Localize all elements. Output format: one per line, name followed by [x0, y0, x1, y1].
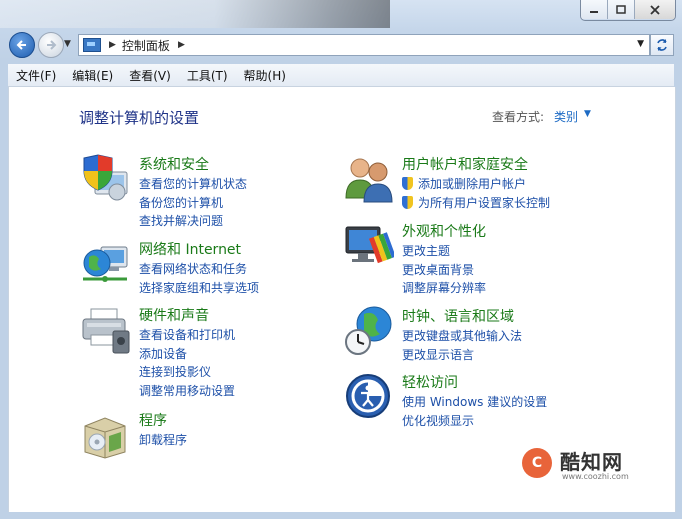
watermark-logo-icon: C — [522, 448, 552, 478]
link-optimize-video-display[interactable]: 优化视频显示 — [402, 412, 547, 431]
back-button[interactable] — [9, 32, 35, 58]
clock-globe-icon — [345, 306, 392, 355]
link-find-fix-problems[interactable]: 查找并解决问题 — [139, 212, 247, 231]
link-connect-projector[interactable]: 连接到投影仪 — [139, 363, 235, 382]
category-title[interactable]: 轻松访问 — [402, 372, 458, 392]
close-icon — [650, 4, 660, 15]
menu-edit[interactable]: 编辑(E) — [64, 67, 121, 84]
watermark-url: www.coozhi.com — [562, 472, 629, 481]
link-change-display-language[interactable]: 更改显示语言 — [402, 346, 522, 365]
watermark: C 酷知网 www.coozhi.com — [518, 440, 658, 488]
link-view-network-status[interactable]: 查看网络状态和任务 — [139, 260, 259, 279]
recent-pages-dropdown[interactable]: ▼ — [64, 39, 71, 49]
chevron-right-icon[interactable]: ▶ — [109, 40, 116, 50]
refresh-button[interactable] — [650, 34, 674, 56]
chevron-right-icon[interactable]: ▶ — [178, 40, 185, 50]
minimize-button[interactable] — [581, 0, 607, 19]
link-homegroup-sharing[interactable]: 选择家庭组和共享选项 — [139, 279, 259, 298]
category-title[interactable]: 系统和安全 — [139, 154, 209, 174]
display-palette-icon — [345, 226, 394, 264]
category-title[interactable]: 时钟、语言和区域 — [402, 306, 514, 326]
link-change-input-method[interactable]: 更改键盘或其他输入法 — [402, 327, 522, 346]
globe-network-icon — [83, 246, 128, 282]
link-add-remove-users[interactable]: 添加或删除用户帐户 — [402, 175, 550, 194]
link-mobility-settings[interactable]: 调整常用移动设置 — [139, 382, 235, 401]
page-title: 调整计算机的设置 — [79, 109, 200, 127]
ease-of-access-icon — [346, 374, 390, 418]
link-view-computer-status[interactable]: 查看您的计算机状态 — [139, 175, 247, 194]
link-backup-computer[interactable]: 备份您的计算机 — [139, 194, 247, 213]
watermark-brand: 酷知网 — [560, 450, 623, 474]
maximize-icon — [616, 5, 626, 14]
menu-bar: 文件(F) 编辑(E) 查看(V) 工具(T) 帮助(H) — [8, 64, 674, 87]
menu-tools[interactable]: 工具(T) — [179, 67, 236, 84]
minimize-icon — [590, 10, 598, 13]
navigation-row: ▼ ▶ 控制面板 ▶ ▼ — [0, 28, 682, 62]
users-icon — [345, 158, 393, 203]
category-title[interactable]: 程序 — [139, 410, 167, 430]
link-change-background[interactable]: 更改桌面背景 — [402, 261, 486, 280]
printer-icon — [82, 308, 130, 354]
uac-shield-icon — [402, 195, 413, 209]
link-change-theme[interactable]: 更改主题 — [402, 242, 486, 261]
maximize-button[interactable] — [607, 0, 634, 19]
refresh-icon — [657, 39, 667, 51]
arrow-right-icon — [47, 40, 57, 50]
link-uninstall-program[interactable]: 卸载程序 — [139, 431, 187, 450]
forward-button[interactable] — [38, 32, 64, 58]
chevron-down-icon[interactable]: ▼ — [637, 39, 644, 49]
view-by-label: 查看方式: — [492, 110, 545, 124]
shield-computer-icon — [83, 154, 128, 201]
category-title[interactable]: 外观和个性化 — [402, 221, 486, 241]
category-title[interactable]: 网络和 Internet — [139, 239, 241, 259]
link-windows-recommended-settings[interactable]: 使用 Windows 建议的设置 — [402, 393, 547, 412]
link-parental-controls[interactable]: 为所有用户设置家长控制 — [402, 194, 550, 213]
program-box-icon — [84, 417, 126, 459]
menu-view[interactable]: 查看(V) — [121, 67, 179, 84]
menu-file[interactable]: 文件(F) — [8, 67, 64, 84]
category-title[interactable]: 用户帐户和家庭安全 — [402, 154, 528, 174]
title-bar — [0, 0, 390, 28]
control-panel-icon — [83, 38, 101, 52]
close-button[interactable] — [634, 0, 675, 19]
chevron-down-icon[interactable]: ▼ — [584, 109, 591, 119]
category-title[interactable]: 硬件和声音 — [139, 305, 209, 325]
menu-help[interactable]: 帮助(H) — [236, 67, 294, 84]
view-by-dropdown[interactable]: 类别 — [554, 108, 578, 125]
link-add-device[interactable]: 添加设备 — [139, 345, 235, 364]
arrow-left-icon — [16, 40, 26, 50]
link-screen-resolution[interactable]: 调整屏幕分辨率 — [402, 279, 486, 298]
caption-buttons — [580, 0, 676, 21]
link-devices-printers[interactable]: 查看设备和打印机 — [139, 326, 235, 345]
breadcrumb-control-panel[interactable]: 控制面板 — [122, 37, 170, 54]
address-bar[interactable]: ▶ 控制面板 ▶ ▼ — [78, 34, 650, 56]
uac-shield-icon — [402, 177, 413, 190]
